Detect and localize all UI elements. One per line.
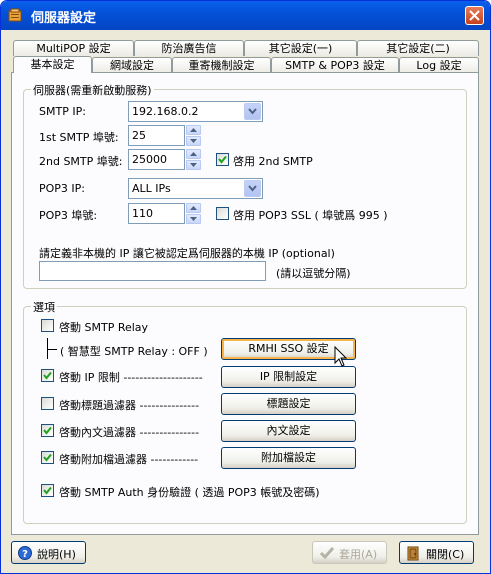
smtp-port2-spinner[interactable] (186, 149, 201, 170)
smtp-relay-checkbox[interactable] (41, 319, 54, 332)
smtp-ip-value: 192.168.0.2 (132, 105, 199, 118)
body-filter-checkbox[interactable] (41, 424, 54, 437)
smtp-auth-label: 啓動 SMTP Auth 身份驗證 ( 透過 POP3 帳號及密碼) (59, 486, 320, 499)
pop3-ssl-checkbox[interactable] (216, 207, 229, 220)
close-button[interactable]: 關閉(C) (399, 541, 474, 564)
server-group-legend: 伺服器(需重新啟動服務) (31, 82, 154, 98)
smtp-port1-input[interactable]: 25 (128, 125, 185, 146)
body-filter-label: 啓動內文過濾器 --------------- (59, 426, 200, 439)
smtp-port1-label: 1st SMTP 埠號: (39, 131, 119, 144)
smtp-ip-label: SMTP IP: (39, 105, 86, 118)
close-icon (469, 10, 480, 21)
tab-domain-settings[interactable]: 網域設定 (92, 57, 172, 73)
spin-down-icon[interactable] (186, 214, 201, 224)
subject-settings-button[interactable]: 標題設定 (221, 393, 356, 415)
spin-up-icon[interactable] (186, 203, 201, 213)
spin-down-icon[interactable] (186, 160, 201, 170)
pop3-ssl-label: 啓用 POP3 SSL ( 埠號爲 995 ) (233, 209, 388, 222)
chevron-down-icon[interactable] (244, 103, 261, 120)
close-window-button[interactable] (465, 6, 484, 25)
pop3-ip-select[interactable]: ALL IPs (128, 178, 263, 199)
attach-filter-checkbox[interactable] (41, 451, 54, 464)
tab-other-settings-2[interactable]: 其它設定(二) (357, 40, 479, 56)
tree-connector-branch (47, 349, 57, 350)
checkmark-icon (43, 453, 52, 462)
help-button-label: 說明(H) (37, 548, 76, 561)
smtp-auth-checkbox[interactable] (41, 484, 54, 497)
ip-limit-label: 啓動 IP 限制 -------------------- (59, 371, 203, 384)
spin-down-icon[interactable] (186, 136, 201, 146)
ip-limit-settings-button[interactable]: IP 限制設定 (221, 366, 356, 388)
title-bar[interactable]: 伺服器設定 (1, 1, 490, 30)
enable-2nd-smtp-label: 啓用 2nd SMTP (233, 155, 313, 168)
svg-text:?: ? (22, 549, 28, 560)
apply-button-label: 套用(A) (339, 548, 378, 561)
checkmark-icon (319, 547, 335, 560)
smtp-port2-input[interactable]: 25000 (128, 149, 185, 170)
apply-button[interactable]: 套用(A) (312, 541, 387, 564)
pop3-port-value: 110 (132, 207, 153, 220)
app-icon (8, 8, 22, 22)
smtp-relay-label: 啓動 SMTP Relay (59, 321, 149, 334)
nonlocal-ip-description: 請定義非本機的 IP 讓它被認定爲伺服器的本機 IP (optional) (39, 247, 335, 260)
checkmark-icon (43, 486, 52, 495)
smtp-ip-select[interactable]: 192.168.0.2 (128, 101, 263, 122)
subject-filter-checkbox[interactable] (41, 397, 54, 410)
help-icon: ? (18, 546, 32, 560)
tab-multipop[interactable]: MultiPOP 設定 (13, 40, 134, 56)
door-icon (407, 546, 419, 561)
checkmark-icon (43, 426, 52, 435)
checkmark-icon (218, 155, 227, 164)
smtp-port2-value: 25000 (132, 153, 167, 166)
dialog-window: 伺服器設定 MultiPOP 設定 防治廣告信 其它設定(一) 其它設定(二) … (0, 0, 491, 574)
tab-log-settings[interactable]: Log 設定 (399, 57, 479, 73)
attach-filter-label: 啓動附加檔過濾器 ------------ (59, 453, 199, 466)
pop3-ip-value: ALL IPs (132, 182, 171, 195)
smtp-port1-spinner[interactable] (186, 125, 201, 146)
tab-basic-settings[interactable]: 基本設定 (13, 56, 92, 73)
checkmark-icon (43, 371, 52, 380)
body-settings-button[interactable]: 內文設定 (221, 420, 356, 442)
pop3-port-label: POP3 埠號: (39, 209, 98, 222)
pop3-ip-label: POP3 IP: (39, 182, 86, 195)
help-button[interactable]: ? 說明(H) (11, 541, 86, 564)
pop3-port-input[interactable]: 110 (128, 203, 185, 224)
ip-limit-checkbox[interactable] (41, 369, 54, 382)
attachment-settings-button[interactable]: 附加檔設定 (221, 447, 356, 469)
close-button-label: 關閉(C) (426, 548, 465, 561)
smart-relay-status: ( 智慧型 SMTP Relay : OFF ) (60, 345, 208, 358)
pop3-port-spinner[interactable] (186, 203, 201, 224)
tab-anti-spam[interactable]: 防治廣告信 (134, 40, 244, 56)
tab-smtp-pop3-settings[interactable]: SMTP & POP3 設定 (271, 57, 399, 73)
tab-other-settings-1[interactable]: 其它設定(一) (244, 40, 357, 56)
nonlocal-ip-input[interactable] (39, 261, 266, 281)
subject-filter-label: 啓動標題過濾器 --------------- (59, 399, 200, 412)
nonlocal-ip-hint: (請以逗號分隔) (276, 267, 351, 280)
options-group-legend: 選項 (31, 299, 57, 315)
mouse-cursor-icon (334, 346, 348, 367)
tab-resend-settings[interactable]: 重寄機制設定 (172, 57, 271, 73)
window-title: 伺服器設定 (31, 11, 97, 26)
chevron-down-icon[interactable] (244, 180, 261, 197)
smtp-port2-label: 2nd SMTP 埠號: (39, 155, 123, 168)
smtp-port1-value: 25 (132, 129, 146, 142)
spin-up-icon[interactable] (186, 149, 201, 159)
enable-2nd-smtp-checkbox[interactable] (216, 153, 229, 166)
spin-up-icon[interactable] (186, 125, 201, 135)
